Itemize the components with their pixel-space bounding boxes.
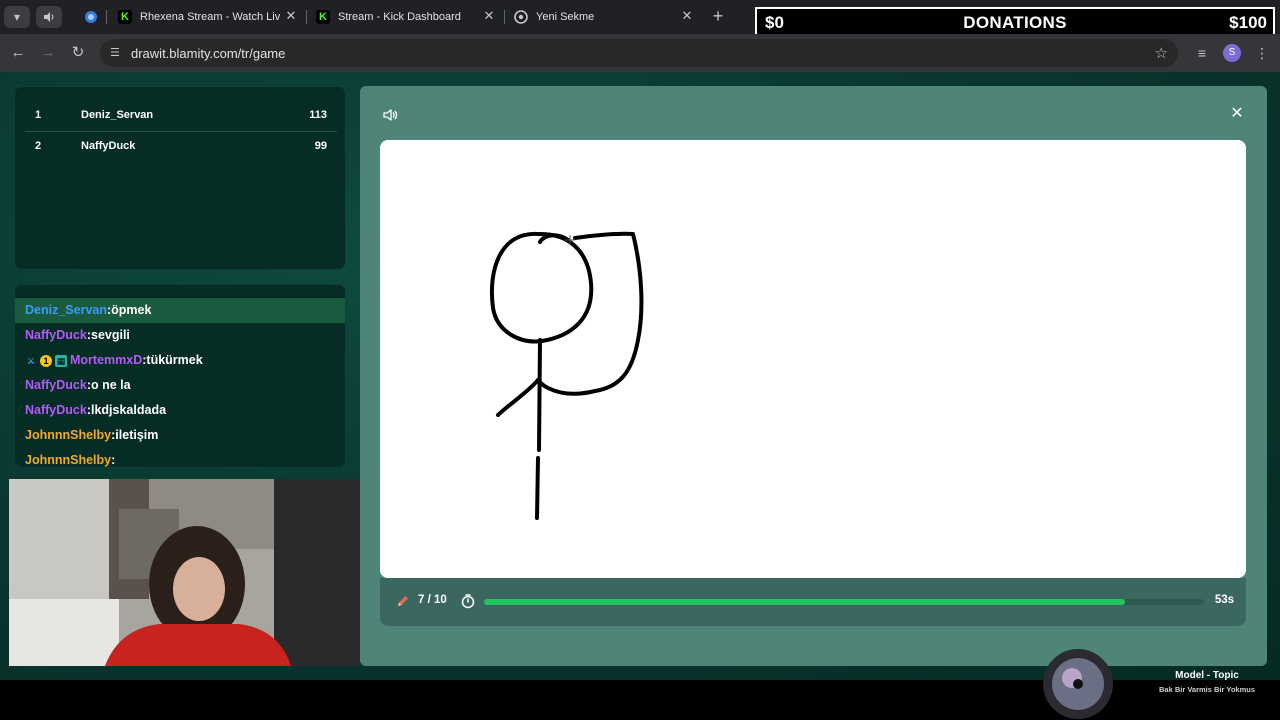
tab-title: Yeni Sekme	[536, 11, 595, 23]
media-control-icon[interactable]: ≡	[1192, 43, 1212, 63]
sword-badge-icon: ⚔	[26, 355, 36, 366]
chat-message: Deniz_Servan:öpmek	[15, 298, 345, 323]
rank: 1	[35, 109, 42, 121]
chat-message: NaffyDuck:o ne la	[25, 378, 131, 392]
back-icon[interactable]: ←	[8, 43, 28, 63]
chat-user: NaffyDuck	[25, 328, 87, 342]
chat-text: iletişim	[115, 428, 159, 442]
bookmark-star-icon[interactable]: ☆	[1155, 44, 1168, 62]
close-icon[interactable]: ✕	[1229, 106, 1245, 122]
score-row: 2 NaffyDuck 99	[25, 132, 337, 162]
chat-panel: Deniz_Servan:öpmek NaffyDuck:sevgili ⚔ 1 ▦…	[14, 284, 346, 468]
rank: 2	[35, 140, 42, 152]
game-page: 1 Deniz_Servan 113 2 NaffyDuck 99 Deniz_…	[0, 72, 1280, 719]
time-progress-fill	[484, 599, 1125, 605]
globe-icon	[85, 11, 97, 23]
new-tab-button[interactable]: +	[708, 6, 728, 26]
close-tab-icon[interactable]: ✕	[482, 9, 496, 23]
now-playing-overlay: Model - Topic Bak Bir Varmis Bir Yokmus	[1042, 648, 1280, 719]
subscriber-badge-icon: 1	[40, 354, 52, 367]
donation-label: DONATIONS	[963, 13, 1067, 32]
site-info-icon[interactable]: ☰	[110, 46, 124, 60]
audio-tab-button[interactable]	[36, 6, 62, 28]
tab-new-tab[interactable]: Yeni Sekme ✕	[514, 4, 694, 30]
tab-title: Stream - Kick Dashboard	[338, 11, 461, 23]
chat-text: öpmek	[111, 303, 152, 317]
kick-icon: K	[316, 10, 330, 24]
tab-kick-dashboard[interactable]: K Stream - Kick Dashboard ✕	[316, 4, 496, 30]
webcam-image	[9, 479, 360, 666]
tab-search-button[interactable]: ▾	[4, 6, 30, 28]
address-bar[interactable]: ☰ drawit.blamity.com/tr/game ☆	[100, 39, 1178, 67]
round-counter: 7 / 10	[418, 594, 447, 606]
chat-text: lkdjskaldada	[91, 403, 167, 417]
player-score: 99	[314, 140, 327, 152]
chat-user: Deniz_Servan	[25, 303, 107, 317]
drawing-canvas[interactable]	[380, 140, 1246, 578]
track-subtitle: Bak Bir Varmis Bir Yokmus	[1158, 685, 1256, 694]
player-name: Deniz_Servan	[81, 109, 154, 121]
player-score: 113	[309, 109, 327, 121]
speaker-icon	[44, 12, 54, 22]
donation-goal: $100	[1229, 13, 1267, 32]
close-tab-icon[interactable]: ✕	[284, 9, 298, 23]
chat-message: ⚔ 1 ▦ MortemmxD:tükürmek	[26, 353, 203, 367]
chat-text: sevgili	[91, 328, 130, 342]
time-remaining: 53s	[1214, 594, 1234, 606]
browser-toolbar: ← → ↻ ☰ drawit.blamity.com/tr/game ☆ ≡ ⋮	[0, 34, 1280, 72]
forward-icon[interactable]: →	[38, 43, 58, 63]
chat-message: JohnnnShelby:	[25, 453, 116, 467]
sound-icon[interactable]	[382, 107, 398, 123]
menu-icon[interactable]: ⋮	[1252, 43, 1272, 63]
webcam-feed	[9, 479, 360, 666]
url-text[interactable]: drawit.blamity.com/tr/game	[131, 46, 285, 61]
score-row: 1 Deniz_Servan 113	[25, 101, 337, 131]
game-area: ✕ 7 / 10 53s	[360, 86, 1267, 666]
chat-message: NaffyDuck:lkdjskaldada	[25, 403, 167, 417]
chat-user: MortemmxD	[70, 353, 143, 367]
player-name: NaffyDuck	[81, 140, 136, 152]
chat-user: NaffyDuck	[25, 378, 87, 392]
pencil-icon	[398, 596, 408, 606]
round-status-bar: 7 / 10 53s	[380, 578, 1246, 626]
drawing	[490, 231, 644, 520]
kick-icon: K	[118, 10, 132, 24]
chrome-icon	[514, 10, 528, 24]
chat-message: NaffyDuck:sevgili	[25, 328, 130, 342]
tab-title: Rhexena Stream - Watch Live o	[140, 11, 280, 23]
timer-icon	[461, 594, 475, 609]
album-art	[1043, 649, 1113, 719]
chat-text: o ne la	[91, 378, 131, 392]
chat-user: JohnnnShelby	[25, 453, 112, 467]
og-badge-icon: ▦	[55, 354, 67, 367]
profile-avatar[interactable]: S	[1223, 44, 1241, 62]
track-title: Model - Topic	[1175, 670, 1239, 681]
chat-message: JohnnnShelby:iletişim	[25, 428, 159, 442]
chat-user: JohnnnShelby	[25, 428, 112, 442]
pinned-tab[interactable]	[78, 6, 104, 28]
chat-user: NaffyDuck	[25, 403, 87, 417]
chat-text: tükürmek	[146, 353, 203, 367]
close-tab-icon[interactable]: ✕	[680, 9, 694, 23]
time-progress-bar	[484, 599, 1204, 605]
scoreboard: 1 Deniz_Servan 113 2 NaffyDuck 99	[14, 86, 346, 270]
tab-rhexena-stream[interactable]: K Rhexena Stream - Watch Live o ✕	[118, 4, 298, 30]
reload-icon[interactable]: ↻	[68, 43, 88, 63]
